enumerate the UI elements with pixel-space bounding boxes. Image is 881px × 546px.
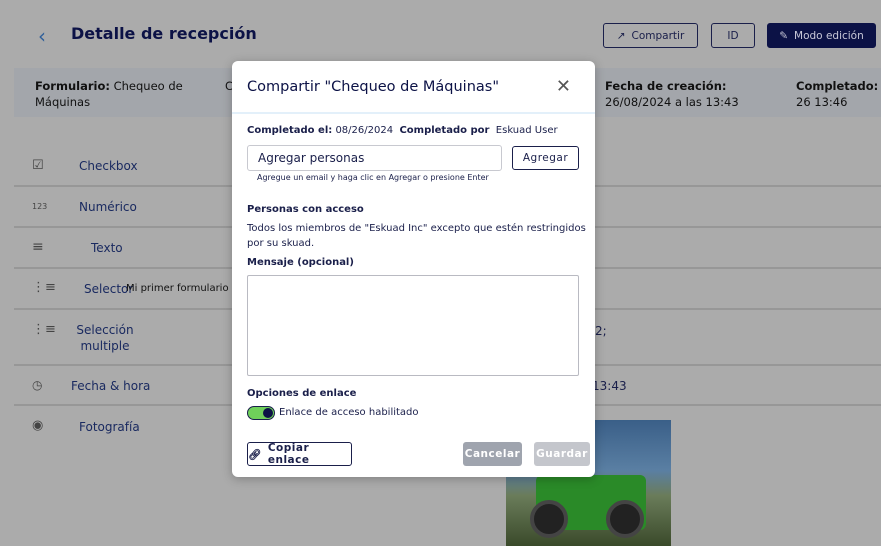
datetime-icon: ◷ <box>32 378 43 392</box>
back-chevron-icon[interactable]: ‹ <box>38 24 46 48</box>
form-info: Formulario: Chequeo de Máquinas <box>35 79 183 109</box>
checkbox-icon: ☑ <box>32 158 44 173</box>
list-icon: ⋮≡ <box>32 280 56 295</box>
cancel-button[interactable]: Cancelar <box>463 442 522 466</box>
link-icon: 🔗︎ <box>248 448 262 461</box>
pencil-icon: ✎ <box>779 29 789 42</box>
completed-meta: Completado el: 08/26/2024 Completado por… <box>247 125 558 136</box>
add-hint: Agregue un email y haga clic en Agregar … <box>257 173 489 182</box>
id-button[interactable]: ID <box>711 23 755 48</box>
add-people-input[interactable]: Agregar personas <box>247 145 502 171</box>
access-heading: Personas con acceso <box>247 204 364 215</box>
multi-list-icon: ⋮≡ <box>32 322 56 337</box>
access-text: Todos los miembros de "Eskuad Inc" excep… <box>247 223 586 249</box>
share-button[interactable]: ↗ Compartir <box>603 23 698 48</box>
camera-icon: ◉ <box>32 418 44 433</box>
close-icon[interactable]: ✕ <box>556 76 571 97</box>
link-options-heading: Opciones de enlace <box>247 388 357 399</box>
toggle-label: Enlace de acceso habilitado <box>279 407 419 418</box>
numeric-icon: 123 <box>32 202 48 211</box>
copy-link-button[interactable]: 🔗︎ Copiar enlace <box>247 442 352 466</box>
save-button[interactable]: Guardar <box>534 442 590 466</box>
edit-mode-button[interactable]: ✎ Modo edición <box>767 23 876 48</box>
dialog-title: Compartir "Chequeo de Máquinas" <box>247 79 500 95</box>
message-label: Mensaje (opcional) <box>247 257 354 268</box>
share-dialog: Compartir "Chequeo de Máquinas" ✕ Comple… <box>232 61 595 477</box>
message-textarea[interactable] <box>247 275 579 376</box>
page-title: Detalle de recepción <box>71 24 257 43</box>
link-access-toggle[interactable] <box>247 406 275 420</box>
completed-info: Completado: 26 13:46 <box>796 79 879 109</box>
text-icon: ≡ <box>32 239 44 255</box>
add-button[interactable]: Agregar <box>512 146 579 170</box>
share-icon: ↗ <box>616 29 626 42</box>
created-info: Fecha de creación: 26/08/2024 a las 13:4… <box>605 79 739 109</box>
